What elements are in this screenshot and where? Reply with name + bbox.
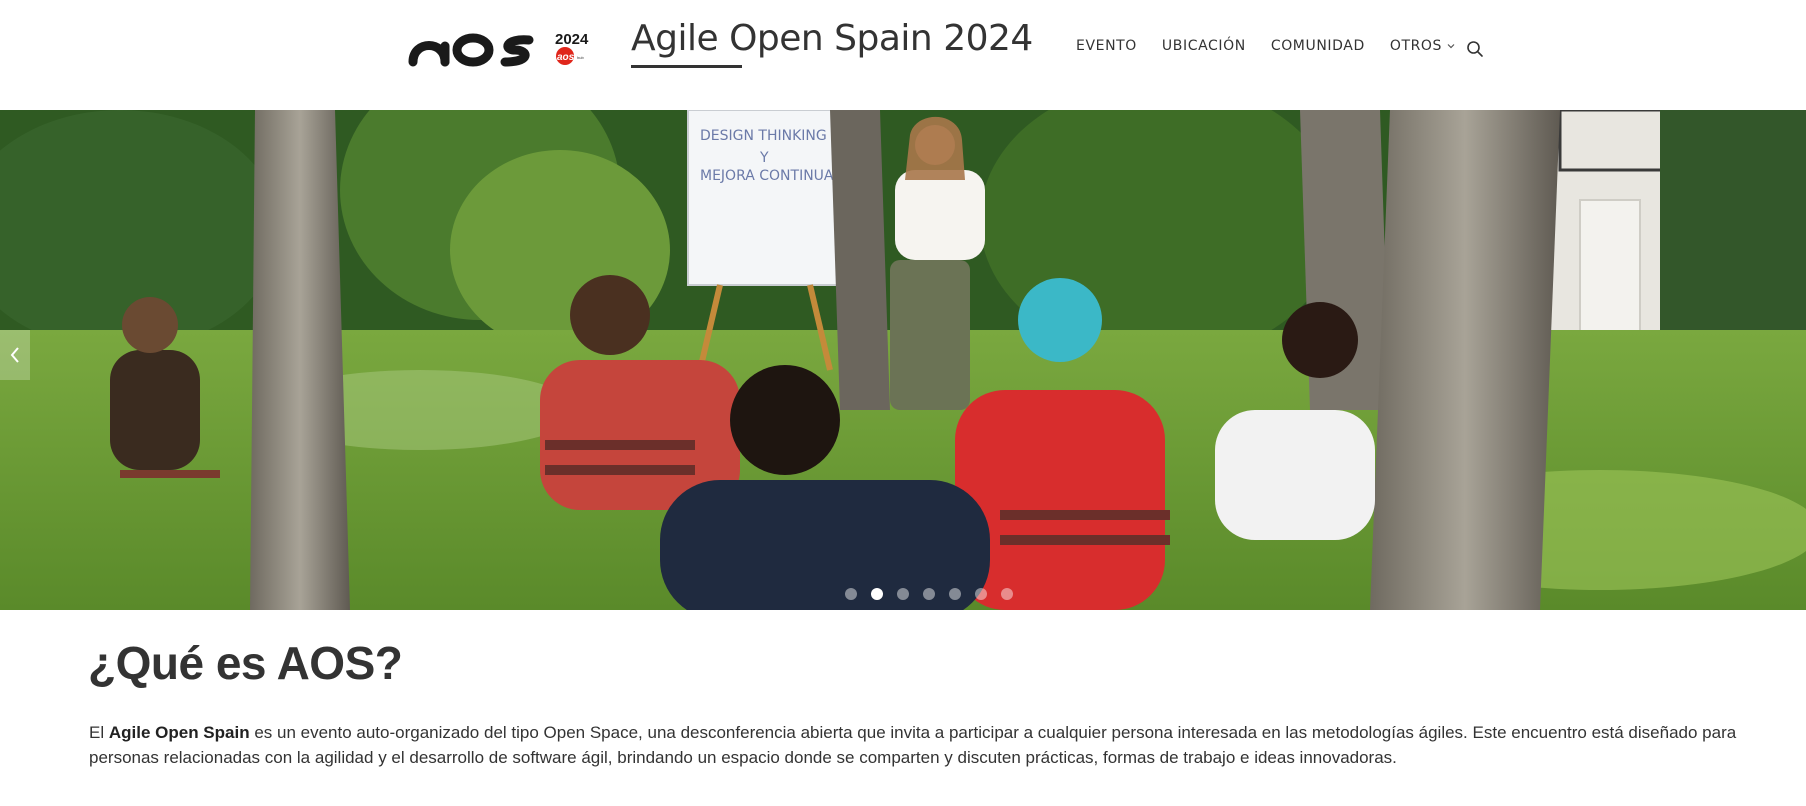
slider-dot-3[interactable] xyxy=(897,588,909,600)
intro-rest: es un evento auto-organizado del tipo Op… xyxy=(89,723,1737,767)
nav-evento[interactable]: EVENTO xyxy=(1076,38,1137,54)
flipchart-line-3: MEJORA CONTINUA xyxy=(700,168,834,184)
nav-ubicacion[interactable]: UBICACIÓN xyxy=(1162,38,1246,54)
nav-ubicacion-label: UBICACIÓN xyxy=(1161,38,1246,54)
hero-slider: DESIGN THINKING Y MEJORA CONTINUA xyxy=(0,110,1806,610)
nav-evento-label: EVENTO xyxy=(1076,38,1137,54)
logo-year: 2024 xyxy=(555,31,589,48)
intro-bold: Agile Open Spain xyxy=(108,723,250,742)
nav-comunidad-label: COMUNIDAD xyxy=(1270,38,1365,54)
nav-otros[interactable]: OTROS xyxy=(1390,38,1456,54)
slider-dot-5[interactable] xyxy=(949,588,961,600)
logo-badge: aos xyxy=(557,52,575,63)
aos-logo[interactable]: 2024 aos hub xyxy=(405,26,595,70)
slider-dot-1[interactable] xyxy=(845,588,857,600)
slider-dot-2[interactable] xyxy=(871,588,883,600)
site-header: 2024 aos hub Agile Open Spain 2024 EVENT… xyxy=(0,0,1806,110)
slider-dot-4[interactable] xyxy=(923,588,935,600)
chevron-down-icon xyxy=(1447,44,1455,49)
about-title: ¿Qué es AOS? xyxy=(88,637,403,689)
slider-dot-7[interactable] xyxy=(1001,588,1013,600)
nav-comunidad[interactable]: COMUNIDAD xyxy=(1271,38,1365,54)
slider-dot-6[interactable] xyxy=(975,588,987,600)
nav-otros-label: OTROS xyxy=(1389,38,1443,54)
slider-dots xyxy=(845,588,1013,600)
title-underline xyxy=(631,65,742,68)
svg-text:hub: hub xyxy=(577,55,584,60)
slider-prev-button[interactable] xyxy=(0,330,30,380)
search-icon[interactable] xyxy=(1466,40,1484,58)
chevron-left-icon xyxy=(10,347,19,363)
about-intro: El Agile Open Spain es un evento auto-or… xyxy=(89,720,1779,770)
main-nav: EVENTO UBICACIÓN COMUNIDAD OTROS xyxy=(1076,38,1456,54)
hero-photo: DESIGN THINKING Y MEJORA CONTINUA xyxy=(0,110,1806,610)
flipchart-line-1: DESIGN THINKING xyxy=(700,128,827,144)
site-title[interactable]: Agile Open Spain 2024 xyxy=(631,18,1033,59)
intro-prefix: El xyxy=(89,723,109,742)
flipchart-line-2: Y xyxy=(759,150,769,166)
